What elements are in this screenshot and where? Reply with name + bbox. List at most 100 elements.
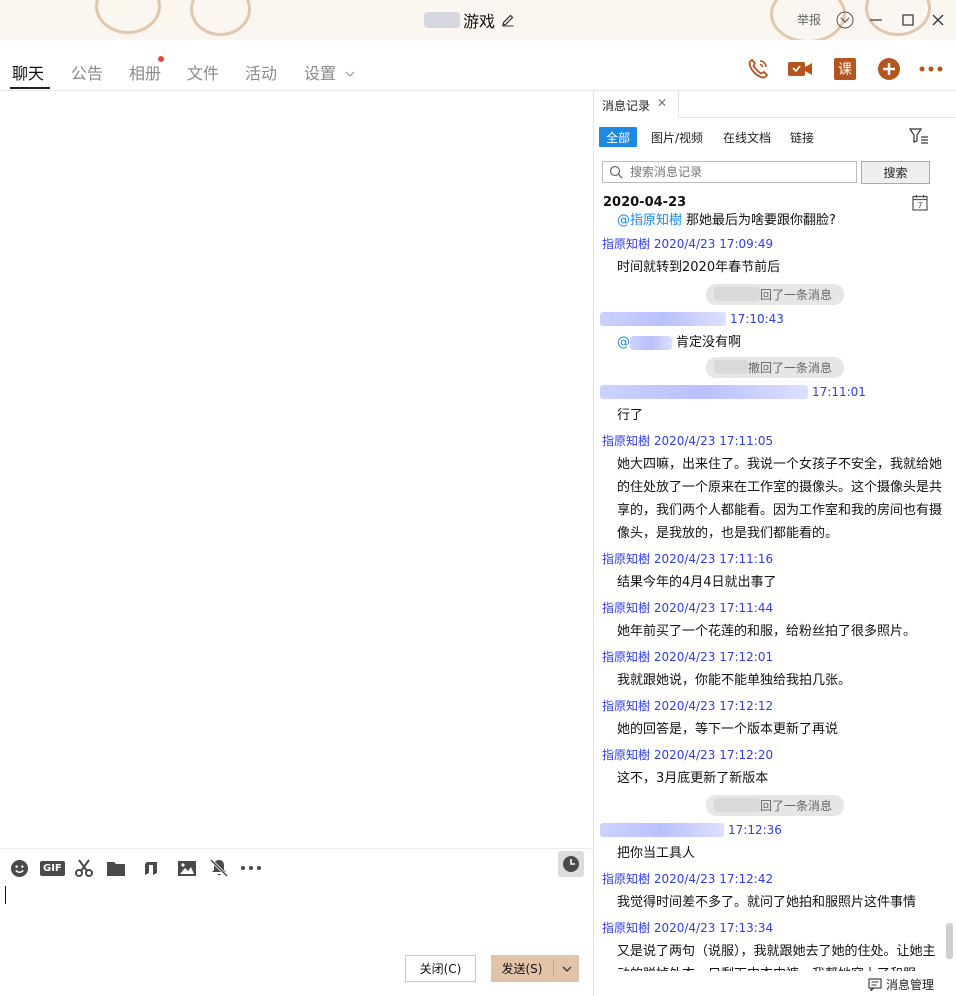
more-icon[interactable] bbox=[918, 56, 944, 82]
sender-name[interactable]: 指原知樹 bbox=[602, 694, 650, 718]
history-search-input[interactable] bbox=[628, 162, 852, 182]
filter-online-docs[interactable]: 在线文档 bbox=[723, 127, 771, 147]
message-time: 2020/4/23 17:12:20 bbox=[653, 748, 774, 762]
message-text: 她年前买了一个花莲的和服，给粉丝拍了很多照片。 bbox=[617, 624, 917, 639]
message-manage-button[interactable]: 消息管理 bbox=[868, 976, 934, 993]
send-button[interactable]: 发送(S) bbox=[491, 955, 579, 982]
maximize-icon[interactable] bbox=[897, 9, 919, 31]
sender-name[interactable]: 指原知樹 bbox=[602, 916, 650, 940]
message-header: 指原知樹 2020/4/23 17:12:20 bbox=[594, 743, 956, 767]
filter-all[interactable]: 全部 bbox=[599, 127, 638, 147]
close-icon[interactable]: ✕ bbox=[657, 96, 667, 110]
recall-notice: 回了一条消息 bbox=[594, 281, 956, 307]
mention[interactable]: @ bbox=[617, 331, 630, 354]
chevron-down-icon[interactable] bbox=[834, 9, 856, 31]
notification-dot bbox=[158, 56, 164, 62]
text-input-caret[interactable] bbox=[5, 886, 6, 904]
window-title-text: 游戏 bbox=[463, 12, 496, 31]
more-icon[interactable] bbox=[240, 858, 262, 878]
recall-pill: 回了一条消息 bbox=[705, 794, 844, 816]
message-history-panel: 消息记录 ✕ 全部 图片/视频 在线文档 链接 搜索 2020-04-23 7 … bbox=[594, 91, 956, 996]
emoji-icon[interactable] bbox=[10, 858, 29, 878]
message-time: 2020/4/23 17:09:49 bbox=[653, 237, 774, 251]
sender-name[interactable]: 指原知樹 bbox=[602, 429, 650, 453]
message-header: 指原知樹 2020/4/23 17:11:05 bbox=[594, 429, 956, 453]
sender-name[interactable]: 指原知樹 bbox=[602, 547, 650, 571]
sender-name[interactable]: 指原知樹 bbox=[602, 596, 650, 620]
sender-name[interactable]: 指原知樹 bbox=[602, 867, 650, 891]
recall-pill: 撤回了一条消息 bbox=[705, 356, 844, 378]
redacted-sender bbox=[600, 823, 724, 837]
edit-icon[interactable] bbox=[501, 13, 515, 27]
message-text: 肯定没有啊 bbox=[676, 335, 742, 350]
history-search-field[interactable] bbox=[602, 161, 857, 183]
course-icon[interactable]: 课 bbox=[832, 56, 858, 82]
sender-name[interactable]: 指原知樹 bbox=[602, 232, 650, 256]
active-tab-indicator bbox=[10, 87, 50, 89]
tab-files[interactable]: 文件 bbox=[187, 60, 219, 84]
message-text: 行了 bbox=[617, 408, 644, 423]
folder-icon[interactable] bbox=[106, 858, 126, 878]
tab-announcement[interactable]: 公告 bbox=[71, 60, 103, 84]
message-manage-icon bbox=[868, 978, 882, 991]
message-header: 指原知樹 2020/4/23 17:12:42 bbox=[594, 867, 956, 891]
message-header: 指原知樹 2020/4/23 17:13:34 bbox=[594, 916, 956, 940]
message-time: 2020/4/23 17:11:16 bbox=[653, 552, 774, 566]
gif-label: GIF bbox=[40, 860, 65, 876]
message-manage-label: 消息管理 bbox=[886, 978, 935, 992]
history-tab[interactable]: 消息记录 ✕ bbox=[594, 91, 679, 118]
recall-text: 撤回了一条消息 bbox=[747, 360, 832, 375]
scissors-icon[interactable] bbox=[74, 858, 94, 878]
title-bar: 游戏 举报 bbox=[0, 0, 956, 40]
message-time: 17:11:01 bbox=[812, 385, 866, 399]
message-time: 2020/4/23 17:13:34 bbox=[653, 921, 774, 935]
chevron-down-icon bbox=[345, 71, 355, 77]
message-time: 17:10:43 bbox=[730, 312, 784, 326]
gif-icon[interactable]: GIF bbox=[40, 858, 65, 878]
phone-icon[interactable] bbox=[745, 56, 771, 82]
tab-chat[interactable]: 聊天 bbox=[12, 60, 44, 84]
report-link[interactable]: 举报 bbox=[797, 11, 821, 28]
mute-bell-icon[interactable] bbox=[209, 858, 229, 878]
image-icon[interactable] bbox=[177, 858, 197, 878]
message-header: 17:12:36 bbox=[594, 818, 956, 842]
sender-name[interactable]: 指原知樹 bbox=[602, 645, 650, 669]
message-text: 她的回答是，等下一个版本更新了再说 bbox=[617, 722, 839, 737]
redacted-name bbox=[630, 335, 672, 350]
history-message-list[interactable]: @指原知樹 那她最后为啥要跟你翻脸? 指原知樹 2020/4/23 17:09:… bbox=[594, 209, 956, 988]
recall-notice: 撤回了一条消息 bbox=[594, 354, 956, 380]
background-art bbox=[190, 0, 251, 36]
message-header: 指原知樹 2020/4/23 17:12:12 bbox=[594, 694, 956, 718]
message-header: 指原知樹 2020/4/23 17:09:49 bbox=[594, 232, 956, 256]
chat-message-area[interactable] bbox=[0, 91, 593, 848]
redacted-name bbox=[424, 12, 460, 28]
filter-media[interactable]: 图片/视频 bbox=[651, 127, 703, 147]
history-scrollbar[interactable] bbox=[946, 923, 953, 959]
redacted-name bbox=[713, 360, 748, 374]
chevron-down-icon[interactable] bbox=[554, 965, 579, 973]
filter-links[interactable]: 链接 bbox=[790, 127, 814, 147]
mention[interactable]: @指原知樹 bbox=[617, 209, 682, 232]
video-icon[interactable] bbox=[787, 56, 813, 82]
history-search-button[interactable]: 搜索 bbox=[861, 161, 930, 184]
message-text: 我觉得时间差不多了。就问了她拍和服照片这件事情 bbox=[617, 895, 917, 910]
music-icon[interactable] bbox=[142, 858, 160, 878]
close-button[interactable]: 关闭(C) bbox=[405, 955, 476, 982]
message-text: 她大四嘛，出来住了。我说一个女孩子不安全，我就给她的住处放了一个原来在工作室的摄… bbox=[617, 457, 943, 541]
message-header: 指原知樹 2020/4/23 17:12:01 bbox=[594, 645, 956, 669]
recall-text: 回了一条消息 bbox=[759, 287, 832, 302]
redacted-sender bbox=[600, 385, 808, 399]
tab-album[interactable]: 相册 bbox=[129, 60, 161, 84]
close-icon[interactable] bbox=[927, 9, 949, 31]
sender-name[interactable]: 指原知樹 bbox=[602, 743, 650, 767]
history-clock-icon[interactable] bbox=[558, 851, 584, 877]
quoted-message: @指原知樹 那她最后为啥要跟你翻脸? bbox=[594, 209, 956, 232]
message-text: 那她最后为啥要跟你翻脸? bbox=[686, 213, 836, 228]
message-time: 17:12:36 bbox=[728, 823, 782, 837]
tab-activity[interactable]: 活动 bbox=[245, 60, 277, 84]
add-app-icon[interactable] bbox=[876, 56, 902, 82]
window-title: 游戏 bbox=[424, 8, 515, 32]
filter-icon[interactable] bbox=[909, 127, 929, 145]
tab-settings[interactable]: 设置 bbox=[304, 60, 355, 84]
minimize-icon[interactable] bbox=[865, 9, 887, 31]
